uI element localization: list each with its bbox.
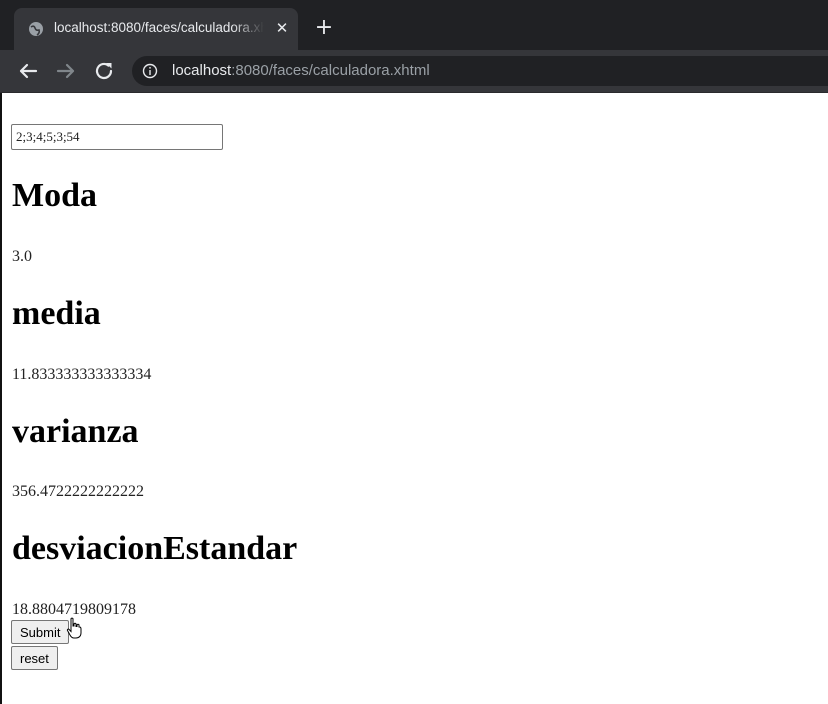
value-varianza: 356.4722222222222 — [12, 483, 144, 500]
tab-title: localhost:8080/faces/calculadora.xhtml — [54, 20, 264, 35]
close-icon[interactable]: ✕ — [272, 18, 292, 38]
heading-moda: Moda — [12, 177, 97, 214]
heading-varianza: varianza — [12, 413, 139, 450]
globe-icon — [29, 22, 43, 36]
forward-arrow-icon[interactable] — [54, 59, 78, 83]
url-path: :8080/faces/calculadora.xhtml — [231, 62, 430, 79]
reload-icon[interactable] — [92, 59, 116, 83]
numbers-input[interactable] — [11, 124, 223, 150]
mouse-cursor-icon — [66, 617, 82, 639]
browser-toolbar: localhost:8080/faces/calculadora.xhtml — [0, 50, 828, 93]
value-media: 11.833333333333334 — [12, 366, 152, 383]
info-icon[interactable] — [142, 63, 158, 79]
value-moda: 3.0 — [12, 248, 32, 265]
url-text: localhost:8080/faces/calculadora.xhtml — [172, 62, 430, 79]
submit-button[interactable]: Submit — [11, 620, 70, 644]
plus-icon[interactable]: + — [312, 16, 336, 40]
url-host: localhost — [172, 62, 232, 79]
heading-desviacion-estandar: desviacionEstandar — [12, 530, 298, 567]
browser-tabstrip: localhost:8080/faces/calculadora.xhtml ✕… — [0, 0, 828, 50]
heading-media: media — [12, 295, 101, 332]
back-arrow-icon[interactable] — [16, 59, 40, 83]
page-content: Moda 3.0 media 11.833333333333334 varian… — [0, 93, 828, 704]
reset-button[interactable]: reset — [11, 646, 58, 670]
browser-tab[interactable]: localhost:8080/faces/calculadora.xhtml ✕ — [14, 8, 298, 50]
address-bar[interactable]: localhost:8080/faces/calculadora.xhtml — [132, 56, 828, 86]
